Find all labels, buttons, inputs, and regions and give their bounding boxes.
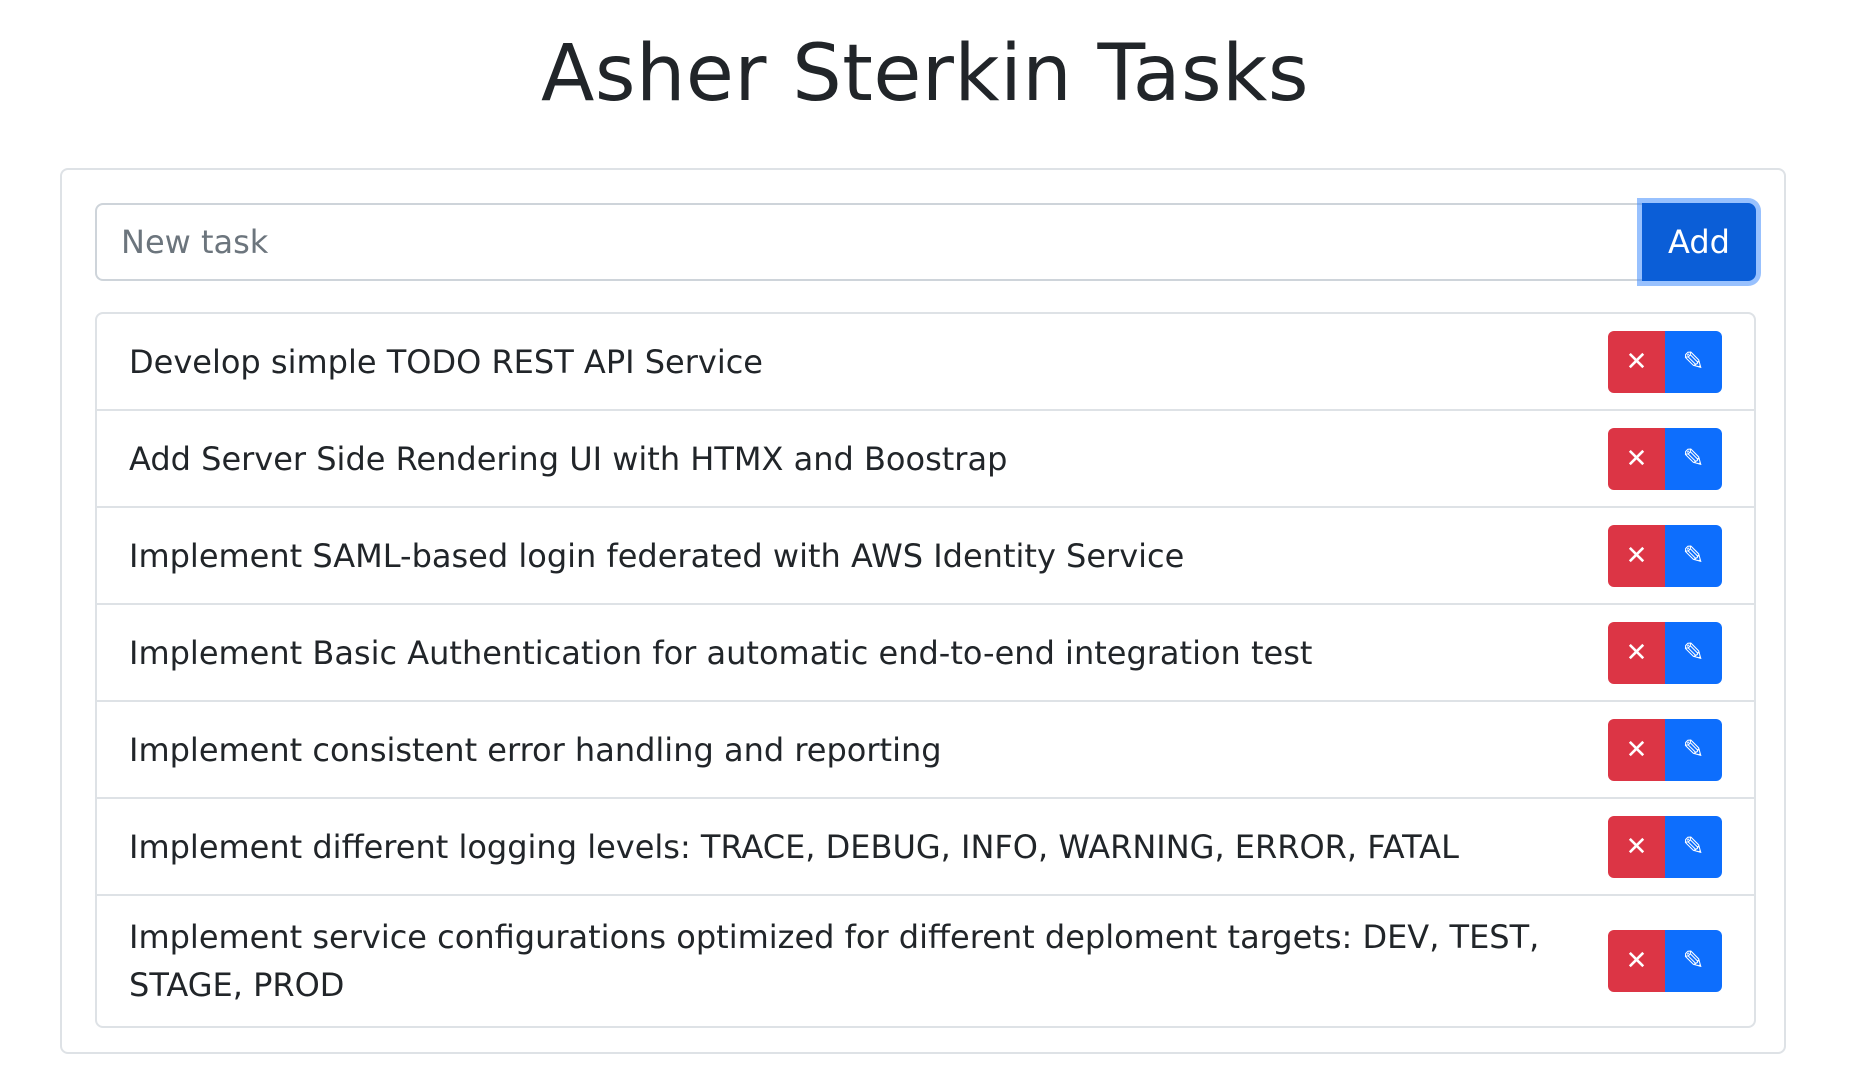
task-text: Implement Basic Authentication for autom…: [129, 633, 1313, 672]
task-actions: ✕ ✎: [1608, 621, 1722, 684]
close-icon: ✕: [1625, 443, 1648, 474]
task-item: Develop simple TODO REST API Service ✕ ✎: [97, 314, 1754, 411]
task-actions: ✕ ✎: [1608, 718, 1722, 781]
task-text: Implement different logging levels: TRAC…: [129, 827, 1459, 866]
pencil-icon: ✎: [1682, 637, 1705, 668]
task-item: Implement service configurations optimiz…: [97, 896, 1754, 1026]
pencil-icon: ✎: [1682, 831, 1705, 862]
pencil-icon: ✎: [1682, 734, 1705, 765]
edit-task-button[interactable]: ✎: [1665, 930, 1722, 992]
task-actions: ✕ ✎: [1608, 815, 1722, 878]
delete-task-button[interactable]: ✕: [1608, 621, 1665, 684]
edit-task-button[interactable]: ✎: [1665, 330, 1722, 393]
task-actions: ✕ ✎: [1608, 930, 1722, 992]
task-item: Implement consistent error handling and …: [97, 702, 1754, 799]
close-icon: ✕: [1625, 346, 1648, 377]
delete-task-button[interactable]: ✕: [1608, 524, 1665, 587]
task-item: Add Server Side Rendering UI with HTMX a…: [97, 411, 1754, 508]
edit-task-button[interactable]: ✎: [1665, 815, 1722, 878]
delete-task-button[interactable]: ✕: [1608, 427, 1665, 490]
new-task-form: Add: [95, 203, 1756, 281]
page: Asher Sterkin Tasks Add Develop simple T…: [0, 0, 1850, 1075]
tasks-card: Add Develop simple TODO REST API Service…: [60, 168, 1786, 1054]
edit-task-button[interactable]: ✎: [1665, 427, 1722, 490]
close-icon: ✕: [1625, 946, 1648, 976]
delete-task-button[interactable]: ✕: [1608, 930, 1665, 992]
delete-task-button[interactable]: ✕: [1608, 718, 1665, 781]
close-icon: ✕: [1625, 637, 1648, 668]
task-text: Add Server Side Rendering UI with HTMX a…: [129, 439, 1008, 478]
delete-task-button[interactable]: ✕: [1608, 815, 1665, 878]
task-text: Implement consistent error handling and …: [129, 730, 942, 769]
task-text: Implement service configurations optimiz…: [129, 918, 1540, 1004]
pencil-icon: ✎: [1682, 346, 1705, 377]
task-text: Implement SAML-based login federated wit…: [129, 536, 1185, 575]
new-task-input[interactable]: [95, 203, 1642, 281]
task-actions: ✕ ✎: [1608, 524, 1722, 587]
close-icon: ✕: [1625, 540, 1648, 571]
task-actions: ✕ ✎: [1608, 427, 1722, 490]
edit-task-button[interactable]: ✎: [1665, 718, 1722, 781]
close-icon: ✕: [1625, 831, 1648, 862]
pencil-icon: ✎: [1682, 540, 1705, 571]
task-list: Develop simple TODO REST API Service ✕ ✎…: [95, 312, 1756, 1028]
task-item: Implement different logging levels: TRAC…: [97, 799, 1754, 896]
delete-task-button[interactable]: ✕: [1608, 330, 1665, 393]
task-actions: ✕ ✎: [1608, 330, 1722, 393]
pencil-icon: ✎: [1682, 443, 1705, 474]
pencil-icon: ✎: [1682, 946, 1705, 976]
close-icon: ✕: [1625, 734, 1648, 765]
add-task-button[interactable]: Add: [1642, 203, 1756, 281]
task-item: Implement Basic Authentication for autom…: [97, 605, 1754, 702]
page-title: Asher Sterkin Tasks: [541, 29, 1309, 119]
task-text: Develop simple TODO REST API Service: [129, 342, 763, 381]
edit-task-button[interactable]: ✎: [1665, 621, 1722, 684]
task-item: Implement SAML-based login federated wit…: [97, 508, 1754, 605]
edit-task-button[interactable]: ✎: [1665, 524, 1722, 587]
